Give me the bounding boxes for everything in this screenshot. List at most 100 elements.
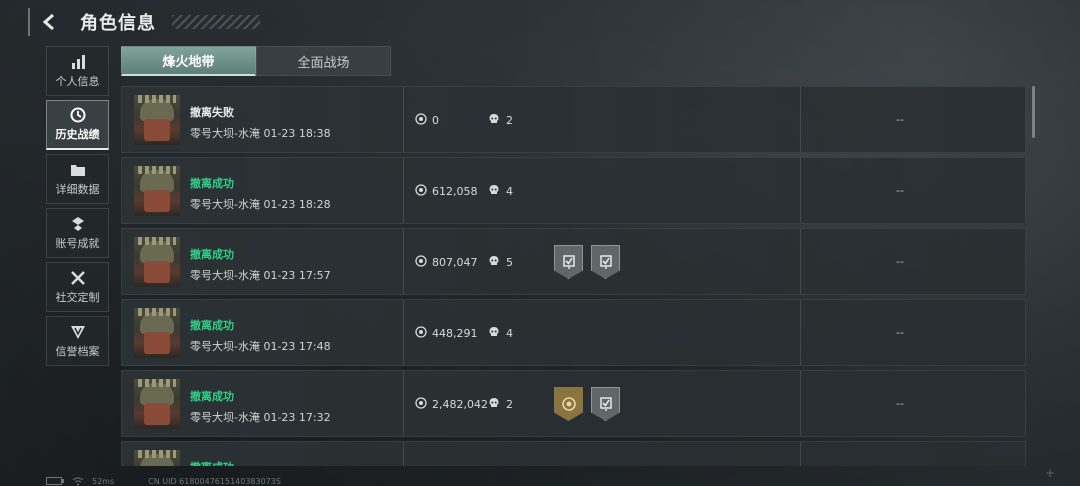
grey-medal-icon[interactable] [591, 245, 620, 279]
title-decoration [172, 15, 260, 29]
column-divider [403, 300, 404, 365]
extra-value: -- [896, 326, 904, 339]
sidebar-item-label: 社交定制 [55, 290, 100, 304]
loot-value: 448,291 [415, 326, 478, 341]
map-and-time: 零号大坝-水淹 01-23 17:57 [190, 269, 331, 282]
table-row[interactable]: 撤离成功零号大坝-水淹 01-23 17:48 448,291 4 -- [121, 299, 1026, 366]
column-divider [800, 87, 801, 152]
map-and-time: 零号大坝-水淹 01-23 18:28 [190, 198, 331, 211]
wifi-icon [72, 477, 84, 485]
sidebar-item-social-custom[interactable]: 社交定制 [46, 262, 109, 312]
record-info: 撤离成功 零号大坝-水淹 01-23 17:32 [190, 388, 331, 425]
table-row[interactable]: 撤离成功零号大坝-水淹 01-23 18:28 612,058 4 -- [121, 157, 1026, 224]
back-arrow-icon [42, 13, 54, 31]
loot-value-text: 448,291 [432, 327, 478, 340]
table-row[interactable]: 撤离成功 零号大坝-水淹 01-23 17:32 2,482,042 2 -- [121, 370, 1026, 437]
kill-count-text: 5 [506, 256, 513, 269]
record-info: 撤离成功 [190, 459, 234, 466]
extra-value: -- [896, 255, 904, 268]
loot-value: 807,047 [415, 255, 478, 270]
tab-hazard-zone[interactable]: 烽火地带 [121, 46, 256, 76]
loot-value-text: 807,047 [432, 256, 478, 269]
kill-count-text: 2 [506, 398, 513, 411]
kill-count-text: 4 [506, 327, 513, 340]
extraction-status: 撤离失败 [190, 106, 234, 119]
scrollbar[interactable] [1032, 86, 1035, 138]
table-row[interactable]: 撤离成功 零号大坝-水淹 01-23 17:57 807,047 5 -- [121, 228, 1026, 295]
loot-value: 612,058 [415, 184, 478, 199]
folder-icon [70, 162, 86, 178]
badge-group [554, 387, 620, 421]
loot-value: 0 [415, 113, 439, 128]
extra-value: -- [896, 397, 904, 410]
page-title: 角色信息 [80, 13, 156, 34]
skull-icon [488, 397, 500, 412]
extra-value: -- [896, 184, 904, 197]
sidebar-item-label: 个人信息 [55, 74, 100, 88]
kill-count: 2 [488, 397, 513, 412]
table-row[interactable]: 撤离失败零号大坝-水淹 01-23 18:38 0 2 -- [121, 86, 1026, 153]
sidebar-item-detailed-data[interactable]: 详细数据 [46, 154, 109, 204]
gold-medal-icon[interactable] [554, 387, 583, 421]
side-nav: 个人信息 历史战绩 详细数据 账号成就 社交定制 信誉档案 [46, 46, 109, 366]
bar-chart-icon [70, 54, 86, 70]
column-divider [403, 87, 404, 152]
operator-avatar [134, 308, 180, 358]
back-button[interactable] [28, 8, 68, 36]
badge-group [554, 245, 620, 279]
sidebar-item-label: 详细数据 [55, 182, 100, 196]
operator-avatar [134, 450, 180, 466]
tab-full-battlefield[interactable]: 全面战场 [256, 46, 391, 76]
column-divider [800, 442, 801, 466]
operator-avatar [134, 379, 180, 429]
kill-count: 4 [488, 184, 513, 199]
sidebar-item-match-history[interactable]: 历史战绩 [46, 100, 109, 150]
achievement-icon [70, 216, 86, 232]
loot-value-text: 0 [432, 114, 439, 127]
map-and-time: 零号大坝-水淹 01-23 18:38 [190, 127, 331, 140]
skull-icon [488, 113, 500, 128]
coin-icon [415, 113, 427, 128]
coin-icon [415, 326, 427, 341]
map-and-time: 零号大坝-水淹 01-23 17:32 [190, 411, 331, 424]
shield-icon [70, 324, 86, 340]
record-info: 撤离成功零号大坝-水淹 01-23 18:28 [190, 175, 331, 212]
extraction-status: 撤离成功 [190, 319, 234, 332]
sidebar-item-label: 信誉档案 [55, 344, 100, 358]
extraction-status: 撤离成功 [190, 177, 234, 190]
header: 角色信息 [28, 8, 260, 36]
status-footer: 52ms CN UID 6180047615140383073S [46, 476, 281, 486]
column-divider [800, 158, 801, 223]
clock-icon [70, 107, 86, 123]
grey-medal-icon[interactable] [554, 245, 583, 279]
record-info: 撤离成功 零号大坝-水淹 01-23 17:57 [190, 246, 331, 283]
operator-avatar [134, 237, 180, 287]
uid-text: CN UID 6180047615140383073S [148, 476, 281, 486]
sidebar-item-achievements[interactable]: 账号成就 [46, 208, 109, 258]
coin-icon [415, 255, 427, 270]
table-row[interactable]: 撤离成功 [121, 441, 1026, 466]
coin-icon [415, 184, 427, 199]
match-record-list[interactable]: 撤离失败 零号大坝-水淹 01-23 18:38 0 2 -- 撤离成功 零号大坝-水淹 0… [121, 86, 1026, 466]
battery-icon [46, 477, 64, 485]
loot-value: 2,482,042 [415, 397, 488, 412]
skull-icon [488, 326, 500, 341]
skull-icon [488, 184, 500, 199]
grey-medal-icon[interactable] [591, 387, 620, 421]
record-info: 撤离失败零号大坝-水淹 01-23 18:38 [190, 104, 331, 141]
kill-count: 4 [488, 326, 513, 341]
column-divider [800, 229, 801, 294]
operator-avatar [134, 95, 180, 145]
kill-count: 5 [488, 255, 513, 270]
operator-avatar [134, 166, 180, 216]
mode-tabs: 烽火地带 全面战场 [121, 46, 391, 76]
skull-icon [488, 255, 500, 270]
column-divider [403, 229, 404, 294]
extra-value: -- [896, 113, 904, 126]
map-and-time: 零号大坝-水淹 01-23 17:48 [190, 340, 331, 353]
kill-count-text: 4 [506, 185, 513, 198]
kill-count: 2 [488, 113, 513, 128]
crosshair-icon: + [1044, 466, 1055, 480]
sidebar-item-credit-record[interactable]: 信誉档案 [46, 316, 109, 366]
sidebar-item-personal-info[interactable]: 个人信息 [46, 46, 109, 96]
